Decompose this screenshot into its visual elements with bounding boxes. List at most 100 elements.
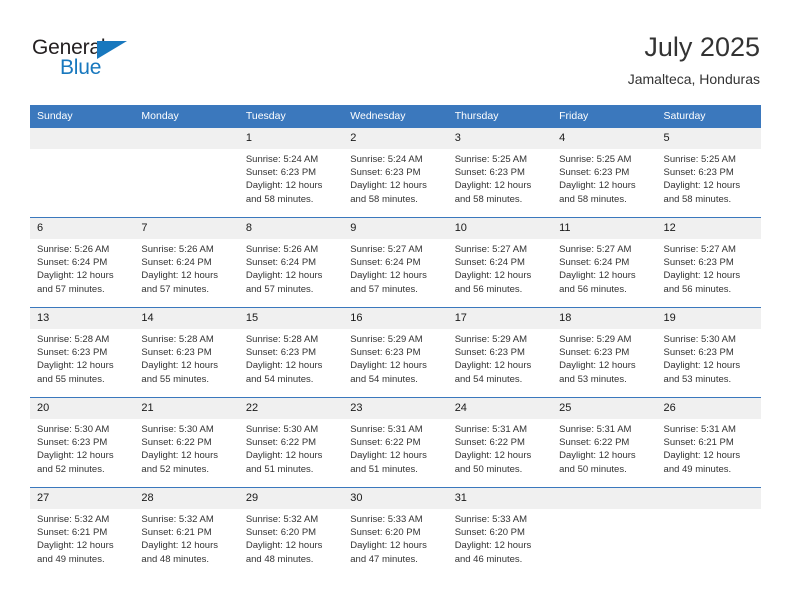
day-info-line: Daylight: 12 hours xyxy=(454,270,532,282)
day-number[interactable]: 26 xyxy=(657,398,761,419)
day-cell[interactable]: Sunrise: 5:30 AM Sunset: 6:22 PM Daylight:… xyxy=(239,419,343,487)
day-cell[interactable]: Sunrise: 5:31 AM Sunset: 6:21 PM Daylight:… xyxy=(657,419,761,487)
day-number[interactable]: 13 xyxy=(30,308,134,329)
day-number[interactable]: 24 xyxy=(448,398,552,419)
day-cell[interactable]: Sunrise: 5:26 AM Sunset: 6:24 PM Daylight:… xyxy=(239,239,343,307)
day-cell[interactable]: Sunrise: 5:27 AM Sunset: 6:24 PM Daylight:… xyxy=(343,239,447,307)
day-number[interactable]: 10 xyxy=(448,218,552,239)
day-cell[interactable]: Sunrise: 5:30 AM Sunset: 6:22 PM Daylight:… xyxy=(134,419,238,487)
day-number[interactable]: 11 xyxy=(552,218,656,239)
day-number[interactable]: 28 xyxy=(134,488,238,509)
day-number[interactable]: 12 xyxy=(657,218,761,239)
day-info-line: Sunset: 6:23 PM xyxy=(245,347,317,359)
day-number[interactable]: 20 xyxy=(30,398,134,419)
day-cell[interactable]: Sunrise: 5:28 AM Sunset: 6:23 PM Daylight:… xyxy=(239,329,343,397)
day-number[interactable]: 2 xyxy=(343,128,447,149)
day-number[interactable]: 30 xyxy=(343,488,447,509)
day-info-line: Sunset: 6:21 PM xyxy=(141,527,212,539)
day-info-band: Sunrise: 5:30 AM Sunset: 6:23 PM Daylight:… xyxy=(30,419,761,487)
week-row: 27 28 29 30 31 Sunrise: 5:32 AM Sunset: 6:21 P… xyxy=(30,487,761,577)
day-info-line: Sunrise: 5:29 AM xyxy=(454,334,528,345)
day-number[interactable]: 17 xyxy=(448,308,552,329)
day-cell[interactable]: Sunrise: 5:27 AM Sunset: 6:24 PM Daylight:… xyxy=(552,239,656,307)
day-cell[interactable]: Sunrise: 5:31 AM Sunset: 6:22 PM Daylight:… xyxy=(343,419,447,487)
day-info-line: Daylight: 12 hours xyxy=(663,270,741,282)
day-info-line: and 58 minutes. xyxy=(350,193,418,205)
day-cell[interactable]: Sunrise: 5:29 AM Sunset: 6:23 PM Daylight:… xyxy=(552,329,656,397)
weekday-header-friday: Friday xyxy=(559,110,589,122)
day-number[interactable]: 23 xyxy=(343,398,447,419)
day-info-line: Daylight: 12 hours xyxy=(37,360,114,372)
day-info-line: Daylight: 12 hours xyxy=(454,180,532,192)
day-info-line: and 58 minutes. xyxy=(559,193,627,205)
day-cell[interactable]: Sunrise: 5:31 AM Sunset: 6:22 PM Daylight:… xyxy=(552,419,656,487)
day-info-line: Daylight: 12 hours xyxy=(141,360,218,372)
day-number[interactable]: 25 xyxy=(552,398,656,419)
day-number[interactable]: 5 xyxy=(657,128,761,149)
day-number[interactable]: 22 xyxy=(239,398,343,419)
day-number[interactable]: 3 xyxy=(448,128,552,149)
day-info-line: Daylight: 12 hours xyxy=(245,450,323,462)
day-info-line: and 57 minutes. xyxy=(37,283,105,295)
day-cell[interactable]: Sunrise: 5:29 AM Sunset: 6:23 PM Daylight:… xyxy=(448,329,552,397)
day-number[interactable]: 18 xyxy=(552,308,656,329)
day-cell[interactable]: Sunrise: 5:29 AM Sunset: 6:23 PM Daylight:… xyxy=(343,329,447,397)
day-info-line: and 49 minutes. xyxy=(663,463,732,475)
calendar-weeks: 1 2 3 4 5 Sunrise: 5:24 AM Sunset: 6:23 PM Dayl… xyxy=(30,128,761,577)
day-number[interactable]: 15 xyxy=(239,308,343,329)
day-number[interactable]: 16 xyxy=(343,308,447,329)
general-blue-logo[interactable]: General Blue xyxy=(32,36,152,86)
day-info-line: Sunset: 6:23 PM xyxy=(663,167,734,179)
date-number-band: 27 28 29 30 31 xyxy=(30,488,761,509)
day-cell[interactable]: Sunrise: 5:33 AM Sunset: 6:20 PM Daylight:… xyxy=(343,509,447,577)
day-cell[interactable]: Sunrise: 5:25 AM Sunset: 6:23 PM Daylight:… xyxy=(552,149,656,217)
day-number[interactable]: 27 xyxy=(30,488,134,509)
day-info-line: Sunset: 6:23 PM xyxy=(350,167,421,179)
day-number[interactable]: 19 xyxy=(657,308,761,329)
day-cell[interactable]: Sunrise: 5:25 AM Sunset: 6:23 PM Daylight:… xyxy=(448,149,552,217)
logo-text-blue: Blue xyxy=(60,56,102,79)
day-cell[interactable]: Sunrise: 5:28 AM Sunset: 6:23 PM Daylight:… xyxy=(134,329,238,397)
day-cell[interactable]: Sunrise: 5:27 AM Sunset: 6:24 PM Daylight:… xyxy=(448,239,552,307)
day-info-line: Daylight: 12 hours xyxy=(663,180,741,192)
day-cell[interactable]: Sunrise: 5:32 AM Sunset: 6:20 PM Daylight:… xyxy=(239,509,343,577)
day-info-line: Daylight: 12 hours xyxy=(454,450,532,462)
day-number[interactable]: 14 xyxy=(134,308,238,329)
day-number[interactable]: 31 xyxy=(448,488,552,509)
day-info-line: Daylight: 12 hours xyxy=(37,450,114,462)
day-info-line: Sunset: 6:23 PM xyxy=(37,347,108,359)
day-info-line: Daylight: 12 hours xyxy=(559,180,636,192)
day-cell[interactable]: Sunrise: 5:32 AM Sunset: 6:21 PM Daylight:… xyxy=(30,509,134,577)
day-cell[interactable]: Sunrise: 5:27 AM Sunset: 6:23 PM Daylight:… xyxy=(657,239,761,307)
week-row: 1 2 3 4 5 Sunrise: 5:24 AM Sunset: 6:23 PM Dayl… xyxy=(30,128,761,217)
day-number[interactable]: 9 xyxy=(343,218,447,239)
day-info-line: Sunset: 6:24 PM xyxy=(559,257,630,269)
day-cell[interactable]: Sunrise: 5:32 AM Sunset: 6:21 PM Daylight:… xyxy=(134,509,238,577)
day-cell[interactable]: Sunrise: 5:30 AM Sunset: 6:23 PM Daylight:… xyxy=(30,419,134,487)
day-cell[interactable]: Sunrise: 5:24 AM Sunset: 6:23 PM Daylight:… xyxy=(239,149,343,217)
day-info-line: Sunrise: 5:26 AM xyxy=(245,244,319,255)
day-number[interactable]: 6 xyxy=(30,218,134,239)
day-info-line: and 48 minutes. xyxy=(141,553,210,565)
day-number[interactable]: 8 xyxy=(239,218,343,239)
day-cell[interactable]: Sunrise: 5:31 AM Sunset: 6:22 PM Daylight:… xyxy=(448,419,552,487)
day-info-line: and 51 minutes. xyxy=(245,463,314,475)
day-info-line: and 57 minutes. xyxy=(141,283,210,295)
day-cell[interactable]: Sunrise: 5:24 AM Sunset: 6:23 PM Daylight:… xyxy=(343,149,447,217)
day-cell[interactable]: Sunrise: 5:26 AM Sunset: 6:24 PM Daylight:… xyxy=(30,239,134,307)
day-number[interactable]: 4 xyxy=(552,128,656,149)
day-info-line: Sunset: 6:23 PM xyxy=(663,257,734,269)
day-number[interactable]: 7 xyxy=(134,218,238,239)
day-cell[interactable]: Sunrise: 5:30 AM Sunset: 6:23 PM Daylight:… xyxy=(657,329,761,397)
day-number[interactable]: 1 xyxy=(239,128,343,149)
day-info-line: Sunset: 6:24 PM xyxy=(245,257,317,269)
date-number-band: 6 7 8 9 10 11 12 xyxy=(30,218,761,239)
day-cell[interactable]: Sunrise: 5:28 AM Sunset: 6:23 PM Daylight:… xyxy=(30,329,134,397)
day-info-line: and 55 minutes. xyxy=(141,373,210,385)
day-cell[interactable]: Sunrise: 5:26 AM Sunset: 6:24 PM Daylight:… xyxy=(134,239,238,307)
day-number[interactable]: 21 xyxy=(134,398,238,419)
day-cell[interactable]: Sunrise: 5:33 AM Sunset: 6:20 PM Daylight:… xyxy=(448,509,552,577)
day-number[interactable]: 29 xyxy=(239,488,343,509)
day-info-line: Sunrise: 5:31 AM xyxy=(350,424,423,435)
day-cell[interactable]: Sunrise: 5:25 AM Sunset: 6:23 PM Daylight:… xyxy=(657,149,761,217)
